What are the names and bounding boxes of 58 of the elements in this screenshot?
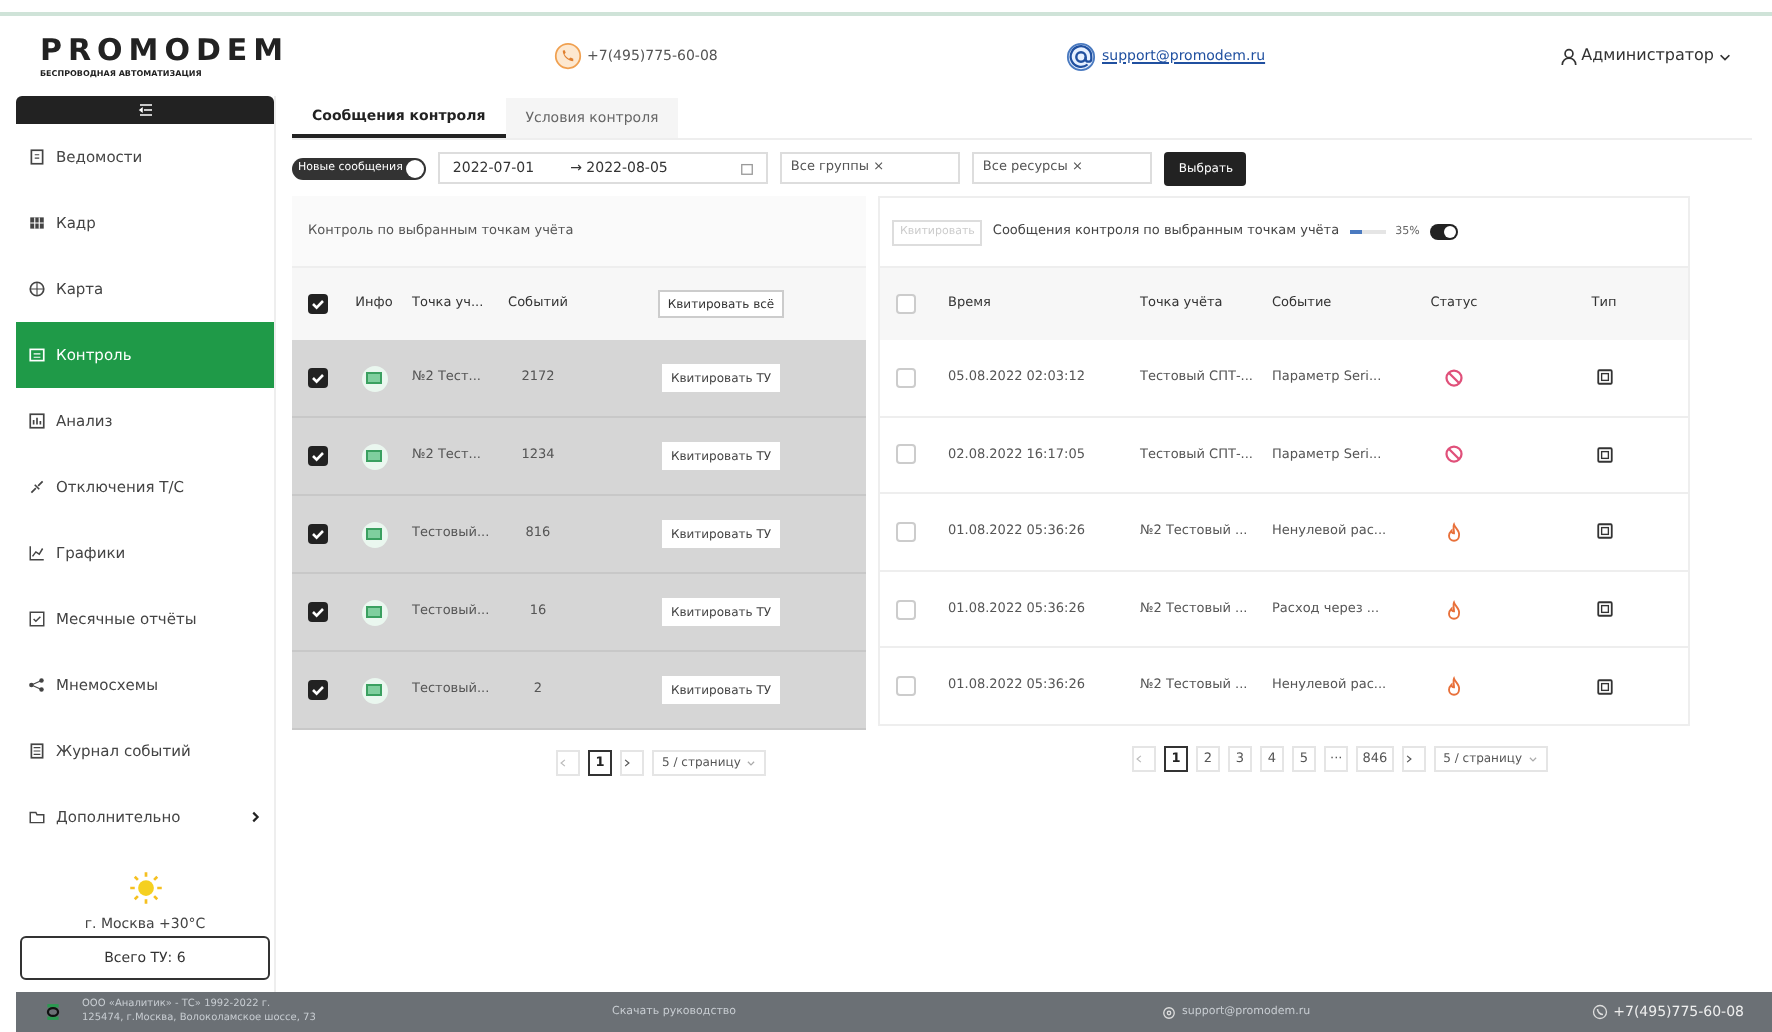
chevron-down-icon bbox=[1718, 49, 1732, 63]
info-button[interactable] bbox=[361, 365, 387, 391]
card-icon bbox=[366, 528, 382, 540]
card-icon bbox=[366, 606, 382, 618]
checkbox[interactable] bbox=[896, 294, 916, 314]
checkbox[interactable] bbox=[308, 446, 328, 466]
checkbox[interactable] bbox=[896, 599, 916, 620]
menu-icon bbox=[135, 102, 155, 118]
chevron-right-icon bbox=[622, 758, 632, 768]
document-icon bbox=[1595, 445, 1613, 464]
next-page-button[interactable] bbox=[1401, 745, 1426, 772]
checkbox[interactable] bbox=[308, 680, 328, 700]
info-button[interactable] bbox=[361, 677, 387, 703]
globe-icon bbox=[28, 280, 46, 298]
checkbox[interactable] bbox=[896, 676, 916, 697]
at-sign-icon bbox=[1162, 1005, 1176, 1019]
sun-icon bbox=[127, 870, 163, 906]
chevron-down-icon bbox=[746, 758, 757, 768]
checkbox[interactable] bbox=[308, 524, 328, 544]
document-icon bbox=[28, 148, 46, 166]
bar-chart-icon bbox=[28, 412, 46, 430]
document-icon bbox=[1595, 368, 1613, 387]
user-name[interactable]: Администратор bbox=[1581, 44, 1714, 68]
checkbox[interactable] bbox=[308, 294, 328, 314]
user-icon bbox=[1559, 47, 1578, 65]
checkbox[interactable] bbox=[896, 521, 916, 542]
phone-icon bbox=[1591, 1004, 1608, 1020]
logo-icon bbox=[44, 1000, 62, 1024]
grid-icon bbox=[28, 214, 46, 232]
card-icon bbox=[366, 684, 382, 696]
document-icon bbox=[1595, 522, 1613, 541]
phone-icon bbox=[553, 42, 581, 70]
menu-toggle[interactable] bbox=[16, 96, 274, 124]
info-button[interactable] bbox=[361, 521, 387, 547]
info-button[interactable] bbox=[361, 443, 387, 469]
chevron-right-icon bbox=[1403, 753, 1414, 764]
chevron-left-icon bbox=[1134, 753, 1144, 764]
logo-text: PROMODEM bbox=[40, 35, 292, 65]
checklist-icon bbox=[28, 610, 46, 628]
nodes-icon bbox=[28, 676, 46, 694]
card-icon bbox=[366, 450, 382, 462]
toggle-switch[interactable] bbox=[1429, 224, 1458, 240]
checkbox[interactable] bbox=[896, 367, 916, 388]
chevron-left-icon bbox=[558, 758, 568, 768]
folder-icon bbox=[28, 808, 46, 826]
checkbox[interactable] bbox=[896, 444, 916, 465]
line-chart-icon bbox=[28, 544, 46, 562]
list-icon bbox=[28, 346, 46, 364]
info-button[interactable] bbox=[361, 599, 387, 625]
card-icon bbox=[366, 372, 382, 384]
document-icon bbox=[1595, 677, 1613, 696]
at-sign-icon bbox=[1066, 41, 1096, 71]
next-page-button[interactable] bbox=[620, 750, 644, 776]
checkbox[interactable] bbox=[308, 368, 328, 388]
document-icon bbox=[1595, 600, 1613, 619]
journal-icon bbox=[28, 742, 46, 760]
chevron-down-icon bbox=[1528, 753, 1539, 764]
checkbox[interactable] bbox=[308, 602, 328, 622]
